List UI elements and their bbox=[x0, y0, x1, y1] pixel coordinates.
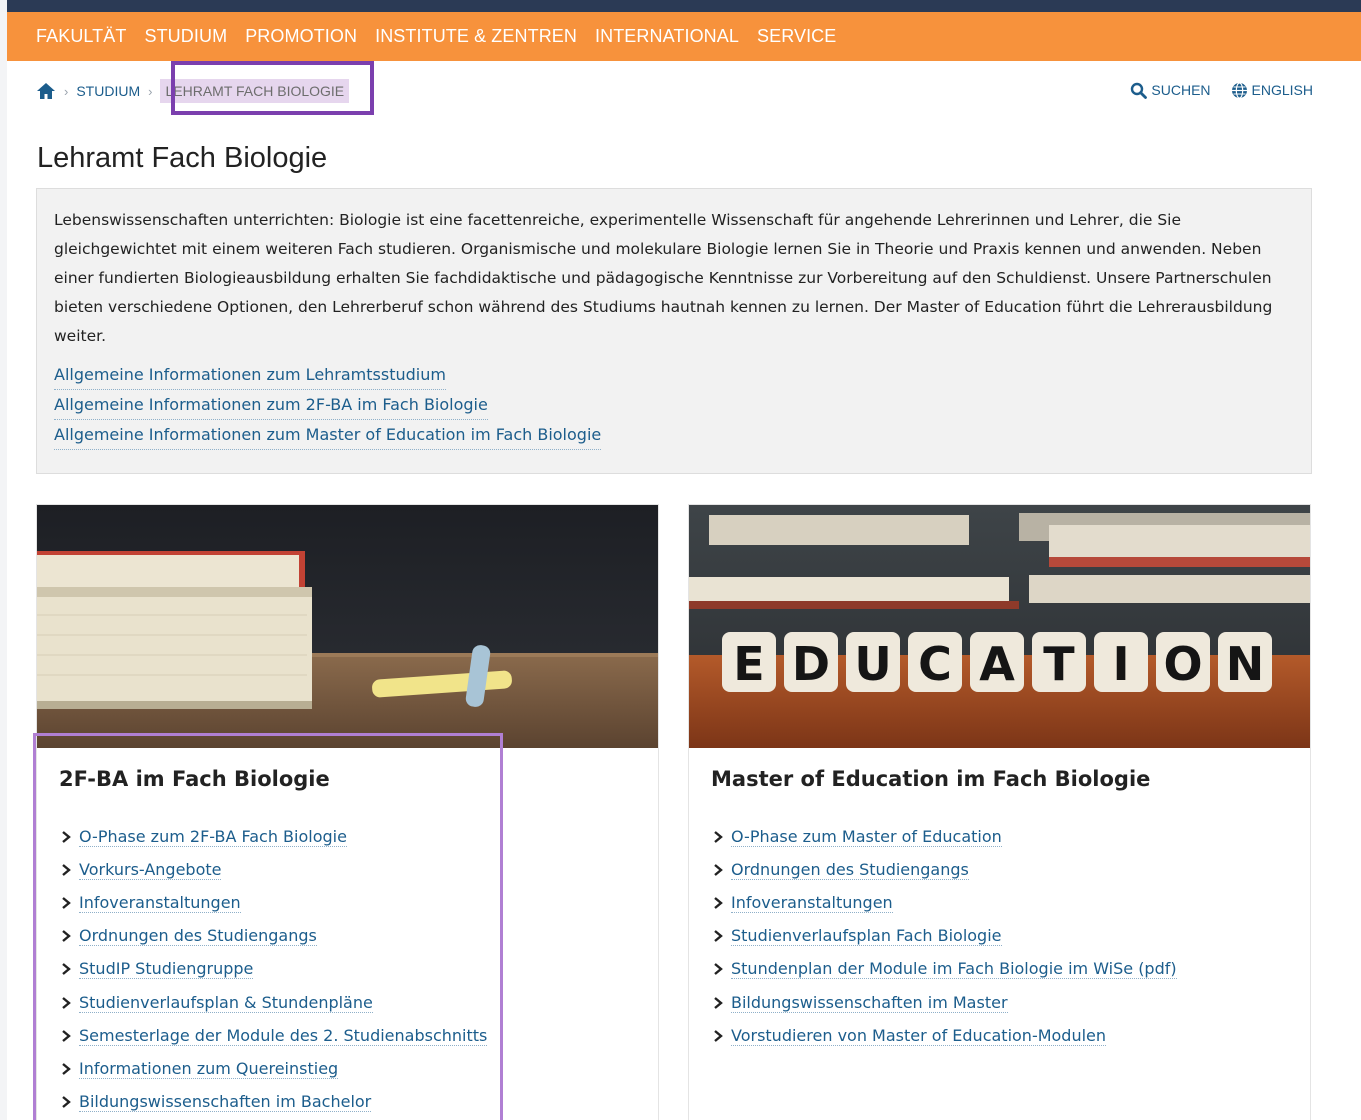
die: I bbox=[1094, 632, 1148, 692]
list-item: Studienverlaufsplan Fach Biologie bbox=[711, 920, 1177, 953]
chevron-right-icon bbox=[714, 830, 723, 843]
card-link[interactable]: Infoveranstaltungen bbox=[731, 893, 893, 913]
intro-box: Lebenswissenschaften unterrichten: Biolo… bbox=[36, 188, 1312, 474]
list-item: Infoveranstaltungen bbox=[711, 886, 1177, 919]
die: C bbox=[908, 632, 962, 692]
page-title: Lehramt Fach Biologie bbox=[37, 142, 328, 174]
intro-link-lehramtsstudium[interactable]: Allgemeine Informationen zum Lehramtsstu… bbox=[54, 360, 446, 390]
list-item: Vorstudieren von Master of Education-Mod… bbox=[711, 1019, 1177, 1052]
card-link[interactable]: O-Phase zum Master of Education bbox=[731, 827, 1002, 847]
die: T bbox=[1032, 632, 1086, 692]
highlight-box-breadcrumb bbox=[171, 61, 374, 115]
die-letter: U bbox=[854, 637, 891, 691]
language-link[interactable]: ENGLISH bbox=[1231, 81, 1313, 99]
education-dice-image: E D U C A T I O N bbox=[689, 505, 1310, 748]
language-label: ENGLISH bbox=[1251, 82, 1313, 98]
books-chalk-image bbox=[37, 505, 658, 748]
chevron-right-icon bbox=[714, 1029, 723, 1042]
die: N bbox=[1218, 632, 1272, 692]
nav-item-promotion[interactable]: PROMOTION bbox=[245, 26, 357, 47]
card-link[interactable]: Bildungswissenschaften im Master bbox=[731, 993, 1008, 1013]
intro-text: Lebenswissenschaften unterrichten: Biolo… bbox=[54, 211, 1273, 345]
globe-icon bbox=[1231, 81, 1247, 99]
intro-links: Allgemeine Informationen zum Lehramtsstu… bbox=[54, 360, 1294, 450]
list-item: Ordnungen des Studiengangs bbox=[711, 853, 1177, 886]
card-link[interactable]: Vorstudieren von Master of Education-Mod… bbox=[731, 1026, 1107, 1046]
chevron-right-icon bbox=[714, 963, 723, 976]
search-link[interactable]: SUCHEN bbox=[1130, 82, 1211, 99]
die-letter: T bbox=[1043, 637, 1075, 691]
chevron-right-icon bbox=[714, 996, 723, 1009]
home-icon[interactable] bbox=[36, 82, 56, 100]
highlight-box-2f-ba-card bbox=[33, 733, 503, 1120]
chevron-right-icon bbox=[714, 930, 723, 943]
die-letter: N bbox=[1226, 637, 1265, 691]
card-link[interactable]: Ordnungen des Studiengangs bbox=[731, 860, 969, 880]
chevron-right-icon bbox=[714, 897, 723, 909]
die-letter: D bbox=[792, 637, 830, 691]
die-letter: C bbox=[918, 637, 952, 691]
die-letter: A bbox=[979, 637, 1015, 691]
nav-item-service[interactable]: SERVICE bbox=[757, 26, 836, 47]
page: FAKULTÄT STUDIUM PROMOTION INSTITUTE & Z… bbox=[7, 0, 1361, 1120]
nav-item-studium[interactable]: STUDIUM bbox=[144, 26, 227, 47]
die: O bbox=[1156, 632, 1210, 692]
nav-item-fakultaet[interactable]: FAKULTÄT bbox=[36, 26, 126, 47]
search-icon bbox=[1131, 82, 1148, 99]
intro-link-2f-ba[interactable]: Allgemeine Informationen zum 2F-BA im Fa… bbox=[54, 390, 488, 420]
card-title: Master of Education im Fach Biologie bbox=[711, 767, 1151, 791]
utility-nav: SUCHEN ENGLISH bbox=[1110, 78, 1313, 102]
die: A bbox=[970, 632, 1024, 692]
die-letter: E bbox=[733, 637, 764, 691]
die: E bbox=[722, 632, 776, 692]
list-item: O-Phase zum Master of Education bbox=[711, 820, 1177, 853]
intro-link-master-of-education[interactable]: Allgemeine Informationen zum Master of E… bbox=[54, 420, 602, 450]
chevron-right-icon: › bbox=[64, 83, 69, 99]
main-nav: FAKULTÄT STUDIUM PROMOTION INSTITUTE & Z… bbox=[7, 12, 1361, 61]
list-item: Bildungswissenschaften im Master bbox=[711, 986, 1177, 1019]
die-letter: I bbox=[1112, 637, 1129, 691]
die: U bbox=[846, 632, 900, 692]
die: D bbox=[784, 632, 838, 692]
card-master-of-education: E D U C A T I O N Master of Education im… bbox=[688, 504, 1311, 1120]
nav-item-institute-zentren[interactable]: INSTITUTE & ZENTREN bbox=[375, 26, 577, 47]
search-label: SUCHEN bbox=[1151, 82, 1211, 98]
die-letter: O bbox=[1163, 637, 1202, 691]
card-link[interactable]: Studienverlaufsplan Fach Biologie bbox=[731, 926, 1002, 947]
chevron-right-icon bbox=[714, 863, 723, 876]
top-strip bbox=[7, 0, 1361, 12]
chevron-right-icon: › bbox=[148, 83, 153, 99]
nav-item-international[interactable]: INTERNATIONAL bbox=[595, 26, 739, 47]
list-item: Stundenplan der Module im Fach Biologie … bbox=[711, 953, 1177, 986]
card-link-list: O-Phase zum Master of Education Ordnunge… bbox=[711, 820, 1177, 1052]
breadcrumb-studium[interactable]: STUDIUM bbox=[76, 83, 140, 99]
card-link[interactable]: Stundenplan der Module im Fach Biologie … bbox=[731, 959, 1177, 980]
